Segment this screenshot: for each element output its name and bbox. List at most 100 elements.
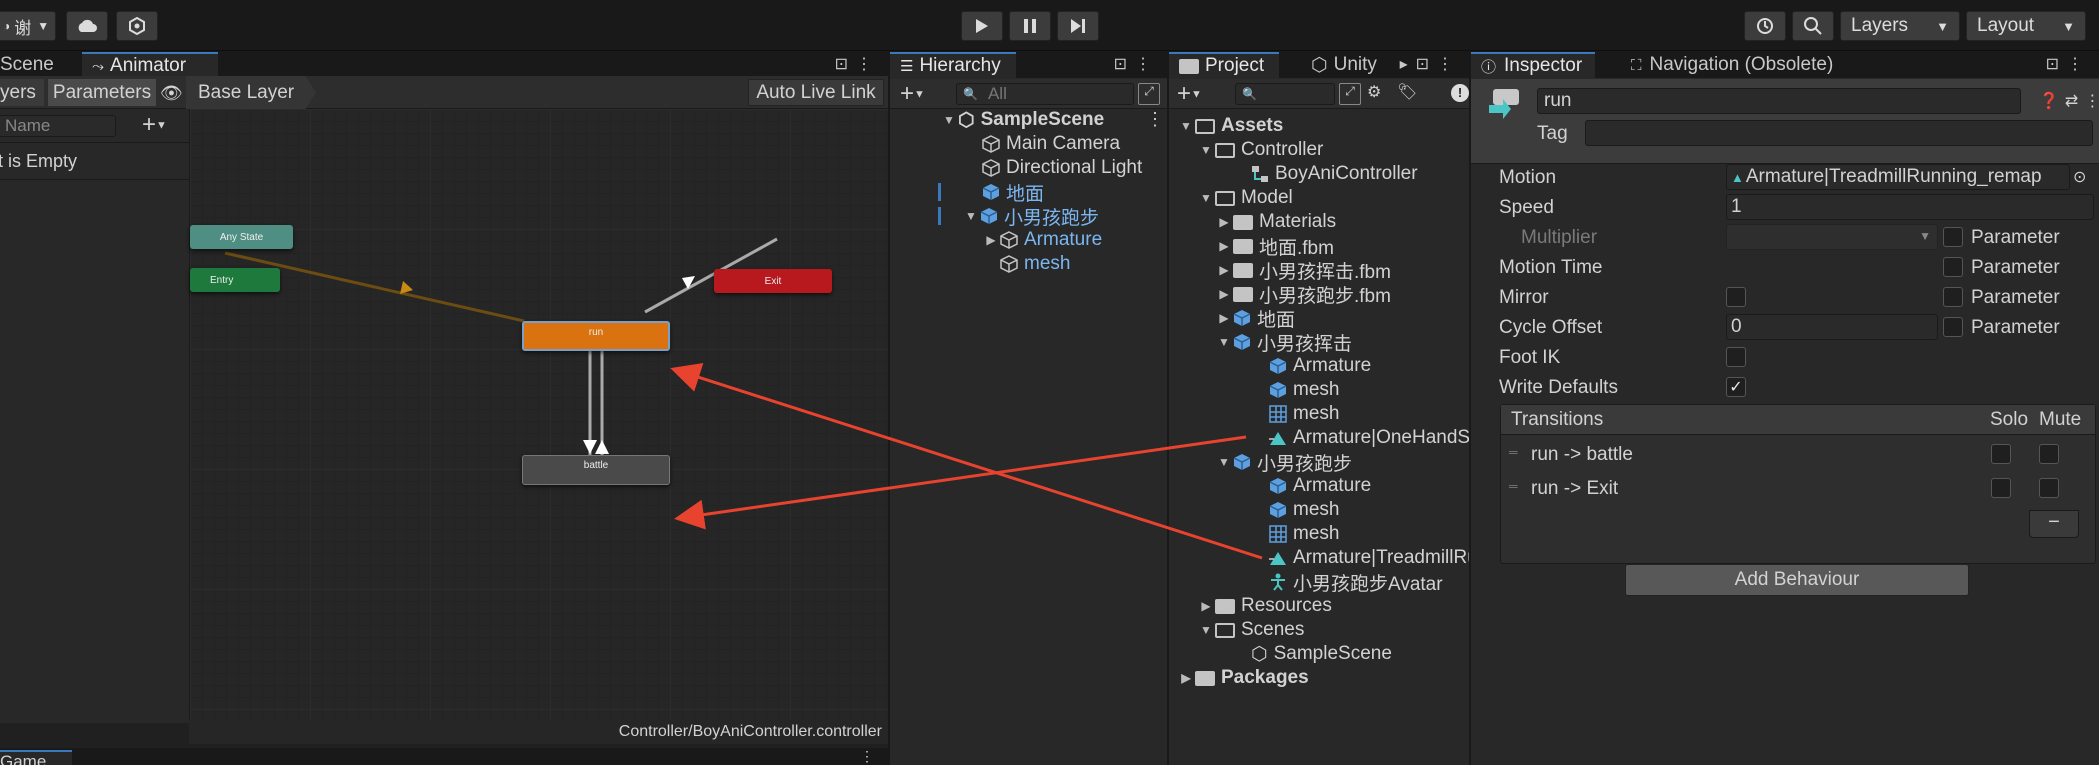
panel-menu[interactable]: ⊡⋮: [2046, 54, 2091, 74]
tab-scene[interactable]: Scene: [0, 52, 64, 78]
kebab-icon[interactable]: ⋮: [1437, 56, 1461, 73]
motion-field[interactable]: ▲ Armature|TreadmillRunning_remap: [1726, 164, 2070, 190]
kebab-icon[interactable]: ⋮: [2084, 93, 2099, 110]
expand-triangle-icon[interactable]: ▶: [1215, 311, 1233, 325]
kebab-icon[interactable]: ⋮: [860, 748, 874, 765]
add-behaviour-button[interactable]: Add Behaviour: [1625, 564, 1969, 596]
hierarchy-search-input[interactable]: 🔍 All: [956, 83, 1134, 105]
project-tree-item[interactable]: ▶ Resources: [1197, 594, 1331, 618]
expand-triangle-icon[interactable]: ▼: [1215, 335, 1233, 349]
panel-menu[interactable]: ⊡⋮: [1114, 54, 1159, 74]
expand-triangle-icon[interactable]: ▶: [1215, 215, 1233, 229]
project-tree-item[interactable]: ▶ Materials: [1215, 210, 1336, 234]
drag-handle-icon[interactable]: ═: [1509, 445, 1518, 459]
lock-icon[interactable]: ⊡: [1114, 56, 1135, 73]
multiplier-parameter-checkbox[interactable]: [1943, 227, 1963, 247]
project-tree-item[interactable]: ▼ Model: [1197, 186, 1293, 210]
write-defaults-checkbox[interactable]: ✓: [1726, 377, 1746, 397]
help-icon[interactable]: ❓: [2039, 93, 2065, 110]
transition-row[interactable]: ═ run -> Exit: [1501, 473, 2095, 503]
auto-live-link-button[interactable]: Auto Live Link: [748, 79, 884, 106]
object-picker-icon[interactable]: ⊙: [2073, 167, 2086, 187]
cloud-button[interactable]: [66, 11, 108, 41]
hierarchy-item[interactable]: mesh: [1000, 252, 1070, 276]
kebab-icon[interactable]: ⋮: [1135, 56, 1159, 73]
tab-hierarchy[interactable]: ☰ Hierarchy: [890, 52, 1016, 78]
hierarchy-item[interactable]: ▶ Armature: [982, 228, 1102, 252]
search-by-label-button[interactable]: ⚙: [1367, 82, 1381, 102]
project-tree-item[interactable]: ▼ 小男孩挥击: [1215, 330, 1352, 355]
transition-row[interactable]: ═ run -> battle: [1501, 439, 2095, 469]
project-tree-item[interactable]: Armature|TreadmillRu: [1251, 546, 1469, 570]
create-button[interactable]: +▼: [900, 80, 925, 108]
mute-checkbox[interactable]: [2039, 478, 2059, 498]
account-dropdown[interactable]: ◑ 谢 ▼: [0, 11, 56, 41]
state-name-field[interactable]: run: [1537, 88, 2021, 114]
project-tree-item[interactable]: mesh: [1251, 498, 1339, 522]
kebab-icon[interactable]: ⋮: [1146, 109, 1164, 130]
project-tree-item[interactable]: ▶ 地面.fbm: [1215, 234, 1334, 259]
layout-dropdown[interactable]: Layout ▼: [1966, 11, 2086, 41]
project-tree-item[interactable]: BoyAniController: [1233, 162, 1418, 186]
kebab-icon[interactable]: ⋮: [856, 56, 880, 73]
warning-icon[interactable]: !: [1451, 84, 1469, 102]
tab-project[interactable]: Project: [1169, 52, 1279, 78]
project-tree-item[interactable]: Armature: [1251, 474, 1371, 498]
solo-checkbox[interactable]: [1991, 478, 2011, 498]
expand-triangle-icon[interactable]: ▶: [1215, 287, 1233, 301]
scene-search-button[interactable]: ⤢: [1138, 83, 1160, 105]
remove-transition-button[interactable]: −: [2029, 510, 2079, 538]
hierarchy-item[interactable]: ▼ 小男孩跑步: [962, 204, 1099, 229]
expand-triangle-icon[interactable]: ▶: [982, 233, 1000, 247]
collab-button[interactable]: [116, 11, 158, 41]
preset-icon[interactable]: ⇄: [2065, 93, 2084, 110]
history-button[interactable]: [1744, 11, 1786, 41]
animator-graph[interactable]: Any State Entry Exit run battle: [189, 109, 888, 723]
pause-button[interactable]: [1009, 11, 1051, 41]
layers-tab[interactable]: yers: [0, 79, 44, 106]
solo-checkbox[interactable]: [1991, 444, 2011, 464]
parameters-tab[interactable]: Parameters: [48, 79, 156, 106]
cycle-offset-field[interactable]: 0: [1726, 314, 1938, 340]
expand-triangle-icon[interactable]: ▼: [1177, 119, 1195, 133]
tag-icon[interactable]: 🏷: [1397, 82, 1417, 102]
project-tree-item[interactable]: ▼ Scenes: [1197, 618, 1304, 642]
expand-triangle-icon[interactable]: ▼: [1197, 191, 1215, 205]
header-icons[interactable]: ❓⇄⋮: [2039, 91, 2099, 111]
lock-icon[interactable]: ⊡: [835, 56, 856, 73]
expand-triangle-icon[interactable]: ▶: [1177, 671, 1195, 685]
tab-unity[interactable]: ⬡ Unity: [1301, 52, 1387, 78]
expand-triangle-icon[interactable]: ▼: [962, 209, 980, 223]
project-tree-item[interactable]: mesh: [1251, 378, 1339, 402]
project-tree-item[interactable]: ▶ 小男孩挥击.fbm: [1215, 258, 1391, 283]
project-tree-item[interactable]: ▼ 小男孩跑步: [1215, 450, 1352, 475]
expand-triangle-icon[interactable]: ▶: [1215, 239, 1233, 253]
tab-animator[interactable]: ⤳ Animator: [82, 52, 218, 78]
add-parameter-button[interactable]: +▼: [142, 111, 167, 139]
breadcrumb-base-layer[interactable]: Base Layer: [186, 76, 316, 109]
project-tree-item[interactable]: 小男孩跑步Avatar: [1251, 570, 1443, 595]
project-tree-item[interactable]: ▶ 地面: [1215, 306, 1295, 331]
search-button[interactable]: [1792, 11, 1834, 41]
kebab-icon[interactable]: ⋮: [2067, 56, 2091, 73]
project-tree-item[interactable]: ⬡ SampleScene: [1233, 642, 1392, 666]
expand-triangle-icon[interactable]: ▼: [1197, 623, 1215, 637]
step-button[interactable]: [1057, 11, 1099, 41]
expand-triangle-icon[interactable]: ▶: [1215, 263, 1233, 277]
project-tree-item[interactable]: mesh: [1251, 402, 1339, 426]
project-tree-item[interactable]: ▶ Packages: [1177, 666, 1308, 690]
state-battle[interactable]: battle: [522, 455, 670, 485]
project-search-input[interactable]: 🔍: [1235, 83, 1335, 105]
state-any-state[interactable]: Any State: [190, 225, 293, 249]
state-entry[interactable]: Entry: [190, 268, 280, 292]
lock-icon[interactable]: ⊡: [2046, 56, 2067, 73]
layers-dropdown[interactable]: Layers ▼: [1840, 11, 1960, 41]
mirror-checkbox[interactable]: [1726, 287, 1746, 307]
mute-checkbox[interactable]: [2039, 444, 2059, 464]
eye-icon[interactable]: 👁: [160, 83, 183, 104]
foot-ik-checkbox[interactable]: [1726, 347, 1746, 367]
panel-menu[interactable]: ▸⊡⋮: [1400, 54, 1461, 74]
play-button[interactable]: [961, 11, 1003, 41]
create-asset-button[interactable]: +▼: [1177, 80, 1202, 108]
motion-time-parameter-checkbox[interactable]: [1943, 257, 1963, 277]
